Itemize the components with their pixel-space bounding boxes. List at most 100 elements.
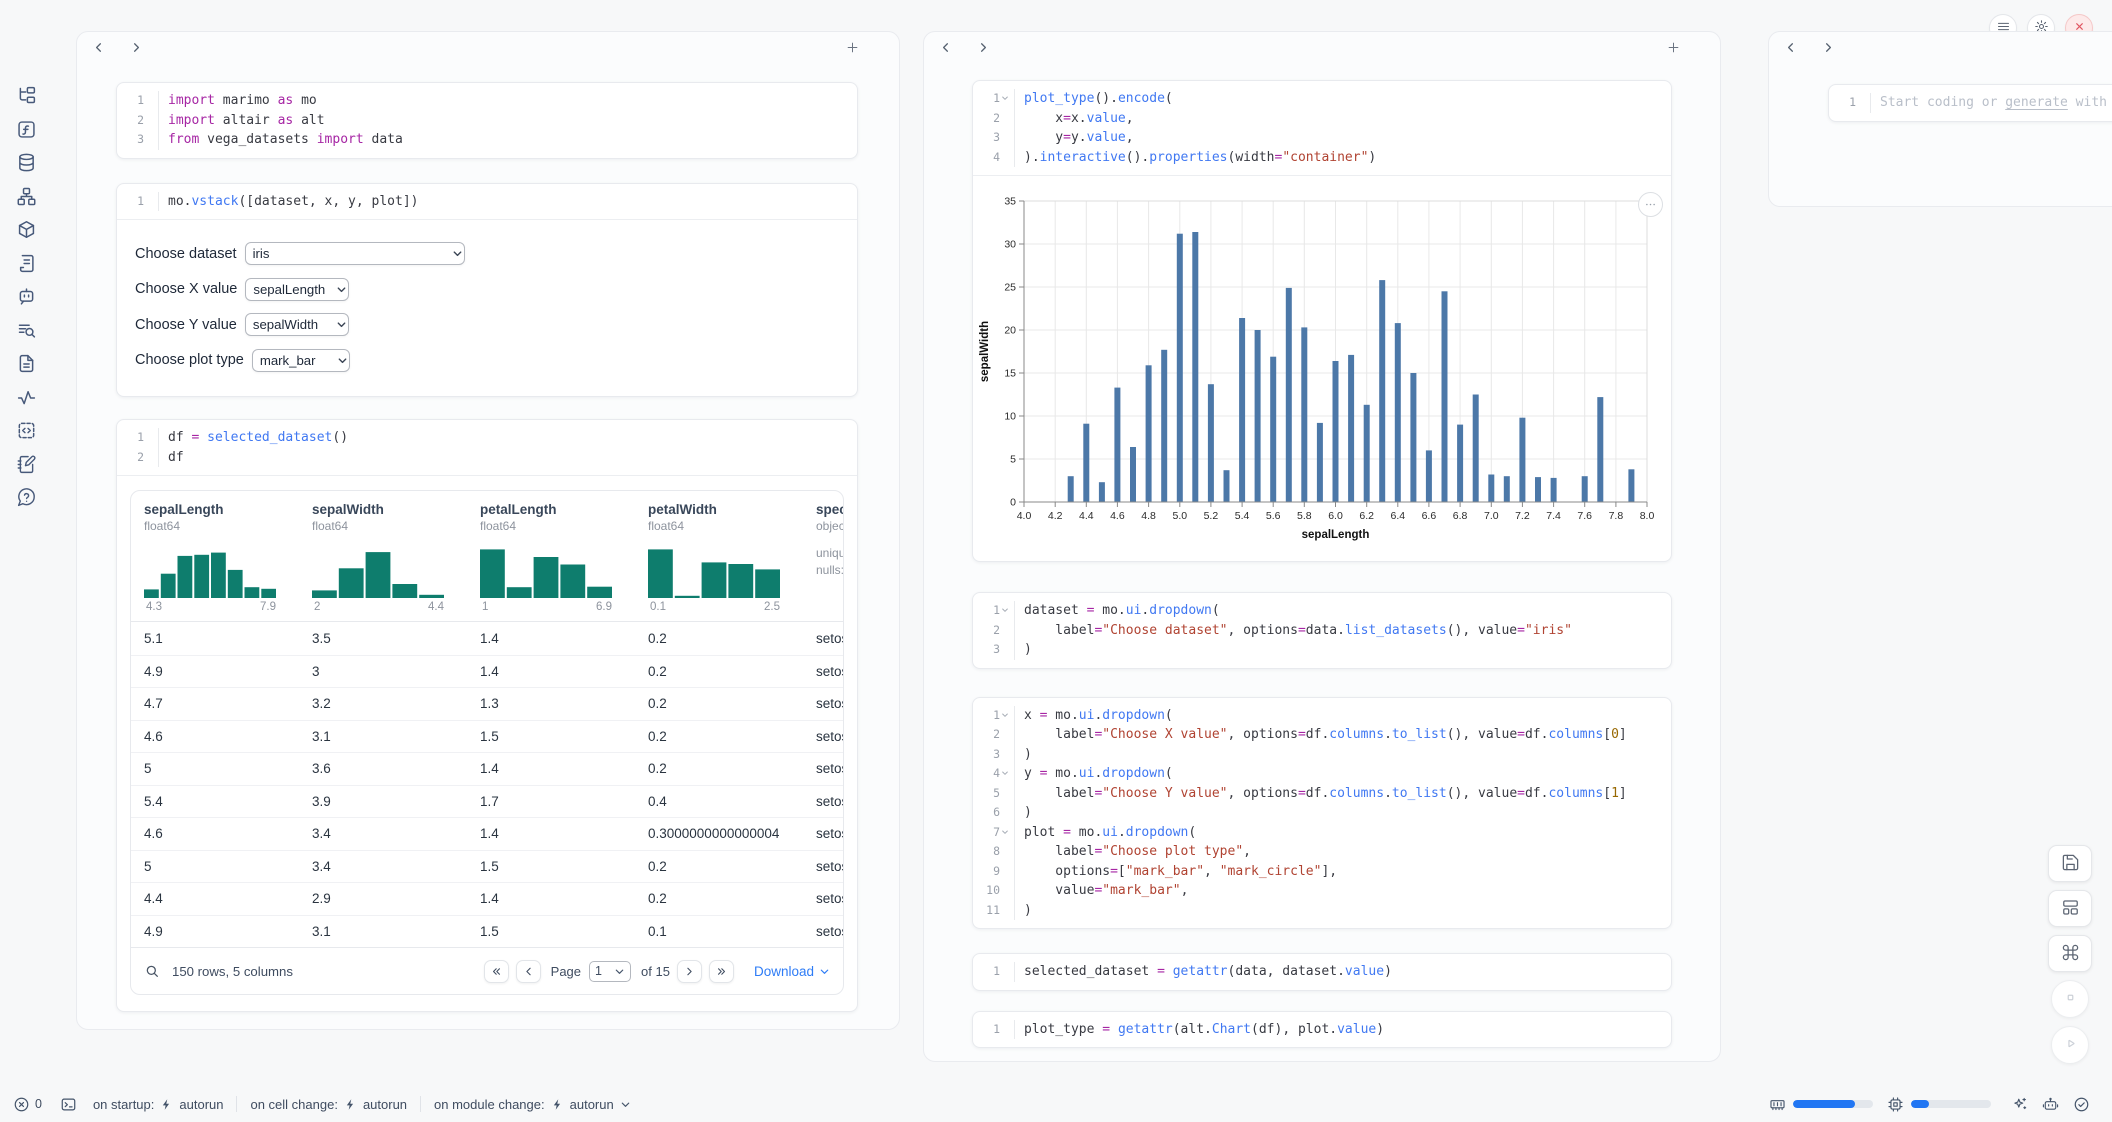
move-column-left-button[interactable] bbox=[938, 40, 954, 56]
code-editor[interactable]: 1plot_type = getattr(alt.Chart(df), plot… bbox=[973, 1012, 1671, 1048]
kernel-status-icon[interactable] bbox=[2073, 1096, 2090, 1113]
stop-button[interactable] bbox=[2051, 980, 2089, 1018]
table-cell: 4.4 bbox=[131, 891, 299, 906]
error-count-badge[interactable]: 0 bbox=[13, 1096, 42, 1113]
table-row[interactable]: 53.41.50.2setosa bbox=[131, 850, 843, 883]
column-header[interactable]: speciesobjectuniquenulls: bbox=[803, 502, 843, 621]
sidebar-tracing-button[interactable] bbox=[14, 386, 38, 410]
sidebar-file-explorer-button[interactable] bbox=[14, 84, 38, 108]
autorun-setting[interactable]: on cell change:autorun bbox=[250, 1097, 407, 1112]
fold-chevron-icon[interactable] bbox=[1000, 706, 1010, 726]
bar bbox=[1519, 418, 1525, 502]
sidebar-documentation-button[interactable] bbox=[14, 352, 38, 376]
cell-selected-dataset: 1selected_dataset = getattr(data, datase… bbox=[972, 953, 1672, 991]
dropdown-select[interactable]: sepalLength bbox=[245, 278, 349, 301]
bar bbox=[1457, 425, 1463, 502]
fold-chevron-icon[interactable] bbox=[1000, 823, 1010, 843]
table-row[interactable]: 4.931.40.2setosa bbox=[131, 655, 843, 688]
divider bbox=[236, 1096, 237, 1112]
add-column-button[interactable] bbox=[1666, 40, 1682, 56]
code-editor[interactable]: 1x = mo.ui.dropdown(2 label="Choose X va… bbox=[973, 698, 1671, 929]
first-page-button[interactable] bbox=[484, 960, 509, 983]
sidebar-chat-button[interactable] bbox=[14, 285, 38, 309]
table-row[interactable]: 4.73.21.30.2setosa bbox=[131, 687, 843, 720]
fold-chevron-icon[interactable] bbox=[1000, 601, 1010, 621]
bar-chart[interactable]: 4.04.24.44.64.85.05.25.45.65.86.06.26.46… bbox=[977, 186, 1672, 546]
sidebar-packages-button[interactable] bbox=[14, 218, 38, 242]
sidebar-logs-button[interactable] bbox=[14, 252, 38, 276]
code-editor[interactable]: 1df = selected_dataset()2df bbox=[117, 420, 857, 475]
cell-vstack: 1mo.vstack([dataset, x, y, plot]) Choose… bbox=[116, 183, 858, 398]
run-button[interactable] bbox=[2051, 1026, 2089, 1064]
table-row[interactable]: 5.13.51.40.2setosa bbox=[131, 622, 843, 655]
code-editor[interactable]: 1selected_dataset = getattr(data, datase… bbox=[973, 954, 1671, 990]
table-cell: 1.4 bbox=[467, 761, 635, 776]
sidebar-snippets-button[interactable] bbox=[14, 419, 38, 443]
sidebar-variables-button[interactable] bbox=[14, 118, 38, 142]
table-cell: 1.5 bbox=[467, 924, 635, 939]
move-column-left-button[interactable] bbox=[1783, 40, 1799, 56]
code-editor[interactable]: 1plot_type().encode(2 x=x.value,3 y=y.va… bbox=[973, 81, 1671, 175]
code-editor[interactable]: 1import marimo as mo2import altair as al… bbox=[117, 83, 857, 158]
sidebar-search-button[interactable] bbox=[14, 319, 38, 343]
prev-page-button[interactable] bbox=[516, 960, 541, 983]
page-select[interactable]: 1 bbox=[589, 961, 631, 982]
fold-chevron-icon[interactable] bbox=[1000, 764, 1010, 784]
table-row[interactable]: 4.93.11.50.1setosa bbox=[131, 915, 843, 948]
move-column-right-button[interactable] bbox=[129, 40, 145, 56]
next-page-button[interactable] bbox=[677, 960, 702, 983]
sidebar-scratchpad-button[interactable] bbox=[14, 453, 38, 477]
column-header[interactable]: sepalLengthfloat644.37.9 bbox=[131, 502, 299, 621]
dropdown-select[interactable]: mark_bar bbox=[252, 349, 350, 372]
ai-assistant-button[interactable] bbox=[2042, 1096, 2059, 1113]
chart-actions-button[interactable] bbox=[1638, 192, 1663, 217]
table-row[interactable]: 4.63.41.40.3000000000000004setosa bbox=[131, 817, 843, 850]
column-header[interactable]: petalWidthfloat640.12.5 bbox=[635, 502, 803, 621]
autorun-setting[interactable]: on startup:autorun bbox=[93, 1097, 224, 1112]
column-header[interactable]: sepalWidthfloat6424.4 bbox=[299, 502, 467, 621]
download-button[interactable]: Download bbox=[754, 964, 830, 979]
dropdown-select[interactable]: sepalWidth bbox=[245, 313, 349, 336]
svg-text:6.8: 6.8 bbox=[1453, 510, 1468, 522]
fold-chevron-icon[interactable] bbox=[1000, 89, 1010, 109]
table-row[interactable]: 4.63.11.50.2setosa bbox=[131, 720, 843, 753]
terminal-button[interactable] bbox=[60, 1096, 77, 1113]
database-icon bbox=[16, 161, 37, 176]
command-palette-button[interactable] bbox=[2048, 935, 2092, 972]
sidebar-datasources-button[interactable] bbox=[14, 151, 38, 175]
code-editor[interactable]: 1mo.vstack([dataset, x, y, plot]) bbox=[117, 184, 857, 220]
chevron-down-icon bbox=[331, 355, 342, 366]
code-editor[interactable]: 1 Start coding or generate with bbox=[1829, 85, 2112, 121]
move-column-left-button[interactable] bbox=[91, 40, 107, 56]
code-editor[interactable]: 1dataset = mo.ui.dropdown(2 label="Choos… bbox=[973, 593, 1671, 668]
status-bar: 0 on startup:autorun on cell change:autor… bbox=[0, 1086, 2112, 1122]
table-row[interactable]: 53.61.40.2setosa bbox=[131, 752, 843, 785]
column-header[interactable]: petalLengthfloat6416.9 bbox=[467, 502, 635, 621]
search-icon[interactable] bbox=[144, 963, 161, 980]
move-column-right-button[interactable] bbox=[976, 40, 992, 56]
line-number: 3 bbox=[983, 745, 1000, 765]
sidebar-dependency-graph-button[interactable] bbox=[14, 185, 38, 209]
move-column-right-button[interactable] bbox=[1821, 40, 1837, 56]
generate-with-ai-link[interactable]: generate bbox=[2005, 95, 2068, 110]
package-icon bbox=[16, 228, 37, 243]
table-row[interactable]: 4.42.91.40.2setosa bbox=[131, 882, 843, 915]
table-cell: setosa bbox=[803, 761, 843, 776]
add-column-button[interactable] bbox=[845, 40, 861, 56]
dropdown-select[interactable]: iris bbox=[245, 242, 465, 265]
save-button[interactable] bbox=[2048, 845, 2092, 882]
sidebar-help-button[interactable] bbox=[14, 486, 38, 510]
svg-text:8.0: 8.0 bbox=[1640, 510, 1655, 522]
svg-text:6.6: 6.6 bbox=[1422, 510, 1437, 522]
table-cell: 3.5 bbox=[299, 631, 467, 646]
fold-chevron-icon bbox=[1000, 901, 1010, 921]
bar bbox=[1068, 476, 1074, 502]
layout-button[interactable] bbox=[2048, 890, 2092, 927]
svg-text:6.0: 6.0 bbox=[1328, 510, 1343, 522]
column-2-header bbox=[924, 32, 1720, 58]
last-page-button[interactable] bbox=[709, 960, 734, 983]
autorun-setting[interactable]: on module change:autorun bbox=[434, 1097, 631, 1112]
ai-sparkles-button[interactable] bbox=[2011, 1096, 2028, 1113]
table-row[interactable]: 5.43.91.70.4setosa bbox=[131, 785, 843, 818]
svg-text:5.4: 5.4 bbox=[1235, 510, 1250, 522]
